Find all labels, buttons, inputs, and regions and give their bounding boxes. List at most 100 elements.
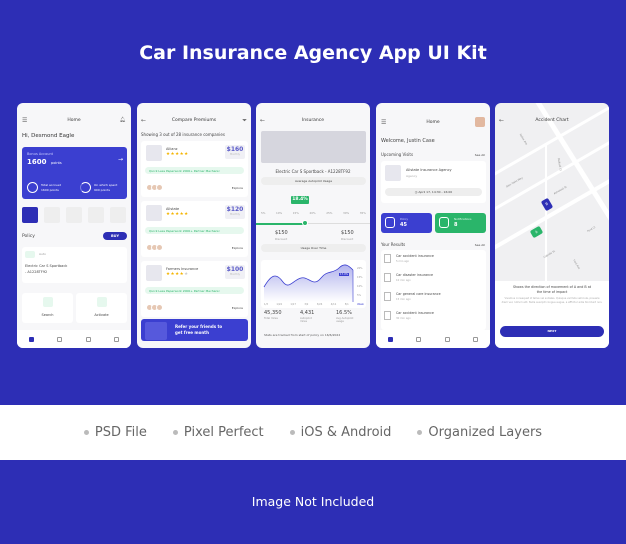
see-all-results-link[interactable]: See All [475, 243, 485, 247]
health-category-icon[interactable] [66, 207, 82, 223]
price: $100 [226, 266, 244, 273]
explore-link[interactable]: Explore [232, 306, 243, 310]
y-tick: 10% [357, 285, 363, 288]
street-label: Noble Ave [518, 133, 528, 146]
agency-name: Allstate Insurance Agency [406, 168, 452, 172]
bottom-nav [376, 330, 490, 348]
phone-category-icon[interactable] [110, 207, 126, 223]
results-list: Car accident insurance 5 min ago Car dis… [381, 250, 486, 330]
description-body: Vivamus consequat id tellus vel sodales.… [501, 297, 603, 304]
feature-label: Organized Layers [428, 425, 543, 440]
feature-label: Pixel Perfect [183, 425, 264, 440]
bonus-points: 1600 [27, 158, 47, 166]
search-card[interactable]: Search [22, 293, 73, 323]
next-button[interactable]: NEXT [500, 326, 604, 337]
result-title[interactable]: Car general care insurance [396, 292, 441, 296]
phone-accident-chart: Noble Ave Glen Oaks Way Ashwood St Malla… [495, 103, 609, 348]
avatar[interactable] [475, 117, 485, 127]
feature-item: Organized Layers [417, 425, 542, 440]
accrued-ring [27, 182, 38, 193]
bell-icon[interactable]: 🔔︎ [120, 117, 126, 123]
week-toggle[interactable]: Week [357, 303, 364, 306]
period: Monthly [229, 273, 240, 276]
profile-icon[interactable] [114, 336, 120, 342]
company-logo [146, 265, 162, 281]
x-tick: 1/17 [290, 303, 296, 306]
stat-label: Avg Autopilot usage [336, 317, 354, 323]
chart-badge: 17.4% [339, 273, 349, 276]
company-card[interactable]: Allstate ★★★★★ $120 Monthly Quick Less Pa… [141, 201, 248, 257]
policy-car: Electric Car S Sportback [25, 264, 68, 268]
page-title: Car Insurance Agency App UI Kit [139, 42, 487, 64]
avatar-group [146, 304, 163, 311]
price: $120 [226, 206, 244, 213]
map[interactable]: Noble Ave Glen Oaks Way Ashwood St Malla… [495, 103, 609, 281]
profile-icon[interactable] [473, 336, 479, 342]
travel-category-icon[interactable] [88, 207, 104, 223]
bell-icon [439, 217, 449, 228]
car-category-icon[interactable] [22, 207, 38, 223]
wallet-icon[interactable] [85, 336, 91, 342]
tick: 20% [309, 211, 316, 215]
search-icon [43, 297, 53, 307]
car-b-marker[interactable]: B [540, 197, 554, 212]
calendar-icon[interactable] [57, 336, 63, 342]
road [545, 143, 547, 281]
usage-over-time-button[interactable]: Usage Over Time [261, 244, 366, 252]
avg-autopilot-button[interactable]: Average Autopilot Usage [261, 177, 366, 185]
notifications-tile[interactable]: Notifications 8 [435, 213, 486, 233]
header-title: Insurance [301, 118, 325, 123]
see-all-visits-link[interactable]: See All [475, 153, 485, 157]
stat-value: 4,431 [300, 310, 315, 316]
bullet-icon [83, 430, 89, 435]
description-panel: Shows the direction of movement of A and… [495, 281, 609, 348]
street-label: Ford Ct [586, 225, 597, 234]
avatar-group [146, 184, 163, 191]
car-name: Electric Car S Sportback - A1228TF92 [275, 169, 351, 174]
price-badge: $160 Monthly [225, 145, 245, 159]
activate-card[interactable]: Activate [76, 293, 127, 323]
price-badge: $120 Monthly [225, 205, 245, 219]
points-unit: points [51, 161, 62, 165]
company-card[interactable]: Farmers Insurance ★★★★★ $100 Monthly Quic… [141, 261, 248, 317]
explore-link[interactable]: Explore [232, 246, 243, 250]
left-price: $150 [275, 230, 288, 236]
stat-label: Total miles [264, 317, 278, 320]
rating-stars: ★★★★★ [166, 212, 189, 217]
policy-tile[interactable]: Policy 45 [381, 213, 432, 233]
result-title[interactable]: Car accident insurance [396, 311, 434, 315]
chart-y-axis: 20% 15% 10% 5% [357, 264, 363, 300]
result-time: 10 min ago [396, 279, 411, 282]
policy-type: Auto [39, 252, 46, 256]
explore-link[interactable]: Explore [232, 186, 243, 190]
result-title[interactable]: Car disaster insurance [396, 273, 433, 277]
policy-card[interactable]: Auto Electric Car S Sportback - A1228TF9… [22, 247, 127, 283]
feature-tags: Quick Less Paperwork 2000+ Partner Mecha… [145, 227, 244, 234]
slider-handle[interactable] [302, 220, 308, 226]
header-title: Home [67, 118, 81, 123]
slider-fill [256, 222, 305, 225]
right-price: $150 [341, 230, 354, 236]
bonus-card[interactable]: Bonus Account 1600 points → Total accrue… [22, 147, 127, 199]
company-card[interactable]: Allianz ★★★★★ $160 Monthly Quick Less Pap… [141, 141, 248, 197]
home-category-icon[interactable] [44, 207, 60, 223]
home-icon[interactable] [387, 336, 393, 342]
home-icon[interactable] [28, 336, 34, 342]
calendar-icon[interactable] [416, 336, 422, 342]
refer-banner[interactable]: Refer your friends to get free month [141, 319, 248, 341]
phone-insurance-details: ← Insurance Electric Car S Sportback - A… [256, 103, 370, 348]
x-tick: 3/2 [304, 303, 309, 306]
policy-count: 45 [400, 222, 407, 228]
x-tick: 5/1 [344, 303, 349, 306]
filter-icon[interactable]: ⏷ [242, 117, 247, 125]
visit-card[interactable]: Allstate Insurance Agency Agency ◷ April… [381, 161, 486, 203]
result-time: 30 min ago [396, 317, 411, 320]
rating-stars: ★★★★★ [166, 272, 189, 277]
wallet-icon[interactable] [444, 336, 450, 342]
result-title[interactable]: Car accident insurance [396, 254, 434, 258]
document-icon [384, 292, 391, 301]
company-name: Allianz [166, 147, 178, 151]
activate-label: Activate [94, 313, 109, 317]
arrow-right-icon[interactable]: → [118, 156, 123, 163]
buy-button[interactable]: BUY [103, 232, 127, 240]
